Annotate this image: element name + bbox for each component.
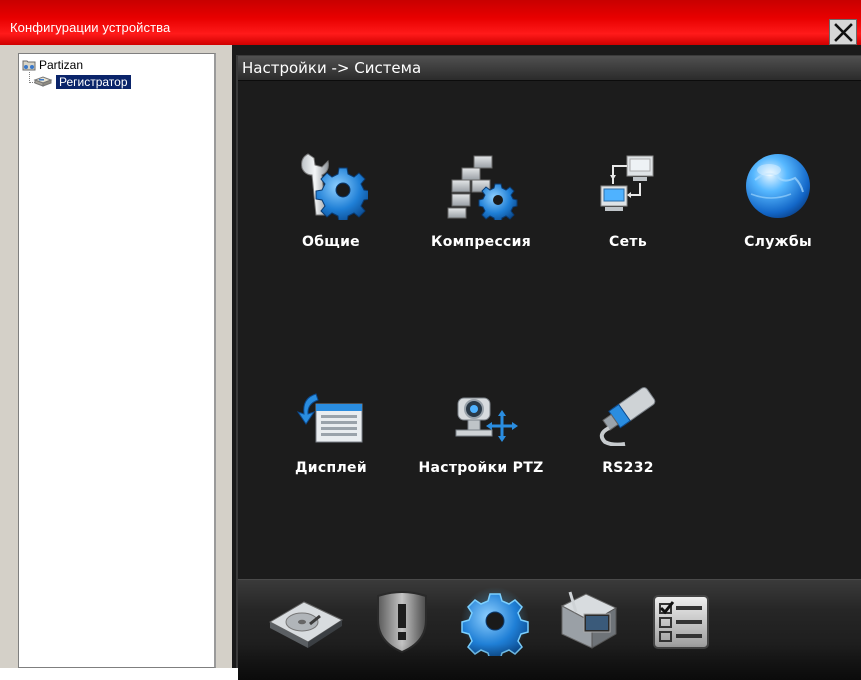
tools-monitor-icon <box>560 591 618 649</box>
window-title: Конфигурации устройства <box>10 20 171 35</box>
tile-display[interactable]: Дисплей <box>266 384 396 476</box>
tree-item-root[interactable]: Partizan <box>22 57 83 72</box>
dvr-device-icon <box>33 76 53 88</box>
tree-child-label: Регистратор <box>56 74 131 89</box>
network-folder-icon <box>22 60 36 71</box>
settings-area: Настройки -> Система Общие Компрессия Се… <box>236 55 861 680</box>
device-tree[interactable]: Partizan Регистратор <box>18 53 216 668</box>
tile-label: RS232 <box>602 460 654 476</box>
tree-root-label: Partizan <box>39 57 84 72</box>
rs232-cable-icon <box>599 387 656 446</box>
tile-label: Дисплей <box>295 460 367 476</box>
tile-ptz[interactable]: Настройки PTZ <box>416 384 546 476</box>
dock-reflection <box>238 644 861 680</box>
tile-label: Службы <box>744 234 812 250</box>
breadcrumb: Настройки -> Система <box>242 59 422 77</box>
tile-compression[interactable]: Компрессия <box>416 150 546 250</box>
tree-item-dvr[interactable]: Регистратор <box>33 74 131 89</box>
tile-rs232[interactable]: RS232 <box>563 384 693 476</box>
display-list-icon <box>296 393 363 443</box>
window-titlebar: Конфигурации устройства <box>0 0 861 46</box>
tile-label: Общие <box>302 234 360 250</box>
network-computers-icon <box>600 155 654 211</box>
tile-label: Настройки PTZ <box>418 460 544 476</box>
tile-label: Сеть <box>609 234 647 250</box>
bottom-dock <box>238 579 861 680</box>
globe-icon <box>746 154 810 218</box>
tile-network[interactable]: Сеть <box>563 150 693 250</box>
close-button[interactable] <box>829 19 857 45</box>
main-panel: Настройки -> Система Общие Компрессия Се… <box>232 45 861 680</box>
checklist-icon <box>653 595 709 649</box>
wrench-gear-icon <box>301 153 368 220</box>
tile-label: Компрессия <box>430 234 532 250</box>
tile-services[interactable]: Службы <box>713 150 843 250</box>
breadcrumb-bar: Настройки -> Система <box>238 56 861 81</box>
left-panel: Partizan Регистратор <box>0 45 232 668</box>
tile-general[interactable]: Общие <box>266 150 396 250</box>
hard-disk-icon <box>268 601 344 648</box>
compression-bricks-icon <box>447 155 518 220</box>
close-icon <box>834 23 853 42</box>
ptz-camera-icon <box>455 397 518 442</box>
